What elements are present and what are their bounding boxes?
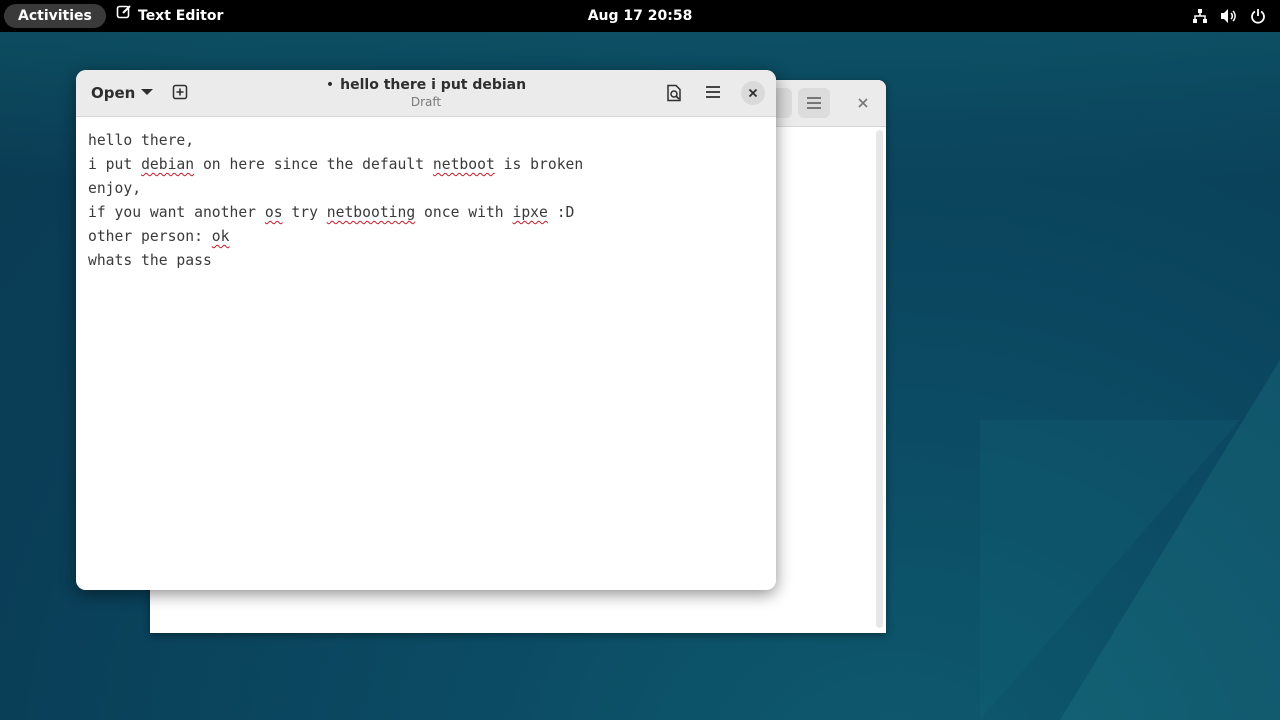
misspelled-word: os — [264, 204, 283, 221]
text-segment: once with — [415, 204, 513, 221]
open-button[interactable]: Open — [82, 78, 162, 108]
top-bar: Activities Text Editor Aug 17 20:58 — [0, 0, 1280, 32]
text-segment: is broken — [494, 156, 584, 173]
text-line[interactable]: whats the pass — [88, 249, 212, 273]
text-segment: other person: — [88, 228, 212, 245]
close-icon — [748, 88, 758, 98]
new-tab-icon — [172, 84, 188, 100]
network-icon[interactable] — [1192, 8, 1208, 24]
desktop-facet — [980, 420, 1240, 720]
save-icon — [667, 84, 681, 102]
text-line[interactable]: hello there, — [88, 129, 194, 153]
misspelled-word: debian — [141, 156, 195, 173]
hamburger-icon — [807, 97, 821, 109]
close-button[interactable] — [741, 81, 765, 105]
text-segment: i put — [88, 156, 142, 173]
misspelled-word: ipxe — [512, 204, 548, 221]
misspelled-word: netbooting — [326, 204, 416, 221]
close-button[interactable] — [850, 90, 876, 116]
misspelled-word: netboot — [432, 156, 495, 173]
text-line[interactable]: if you want another os try netbooting on… — [88, 201, 574, 225]
text-line[interactable]: i put debian on here since the default n… — [88, 153, 583, 177]
text-area[interactable]: hello there, i put debian on here since t… — [76, 117, 776, 590]
hamburger-icon — [706, 86, 720, 98]
clock[interactable]: Aug 17 20:58 — [0, 0, 1280, 32]
menu-button[interactable] — [798, 88, 830, 118]
window-title: • hello there i put debian Draft — [226, 76, 626, 110]
text-line[interactable]: enjoy, — [88, 177, 141, 201]
power-icon[interactable] — [1250, 8, 1266, 24]
text-segment: whats the pass — [88, 252, 212, 269]
text-editor-window: Open • hello there i put debian Draft hel… — [76, 70, 776, 590]
headerbar: Open • hello there i put debian Draft — [76, 70, 776, 117]
new-tab-button[interactable] — [164, 78, 196, 108]
misspelled-word: ok — [211, 228, 230, 245]
document-title: hello there i put debian — [340, 77, 527, 93]
text-segment: try — [282, 204, 327, 221]
scrollbar[interactable] — [876, 130, 883, 628]
text-segment: enjoy, — [88, 180, 142, 197]
text-segment: if you want another — [88, 204, 265, 221]
text-segment: :D — [547, 204, 575, 221]
text-segment: on here since the default — [194, 156, 433, 173]
modified-indicator: • — [325, 77, 335, 93]
volume-icon[interactable] — [1220, 8, 1238, 24]
save-button[interactable] — [658, 78, 690, 108]
document-subtitle: Draft — [410, 95, 442, 109]
text-line[interactable]: other person: ok — [88, 225, 229, 249]
text-segment: hello there, — [88, 132, 195, 149]
system-tray[interactable] — [1192, 0, 1266, 32]
main-menu-button[interactable] — [697, 78, 729, 108]
chevron-down-icon — [141, 89, 154, 95]
open-button-label: Open — [91, 84, 136, 102]
close-icon — [858, 98, 868, 108]
